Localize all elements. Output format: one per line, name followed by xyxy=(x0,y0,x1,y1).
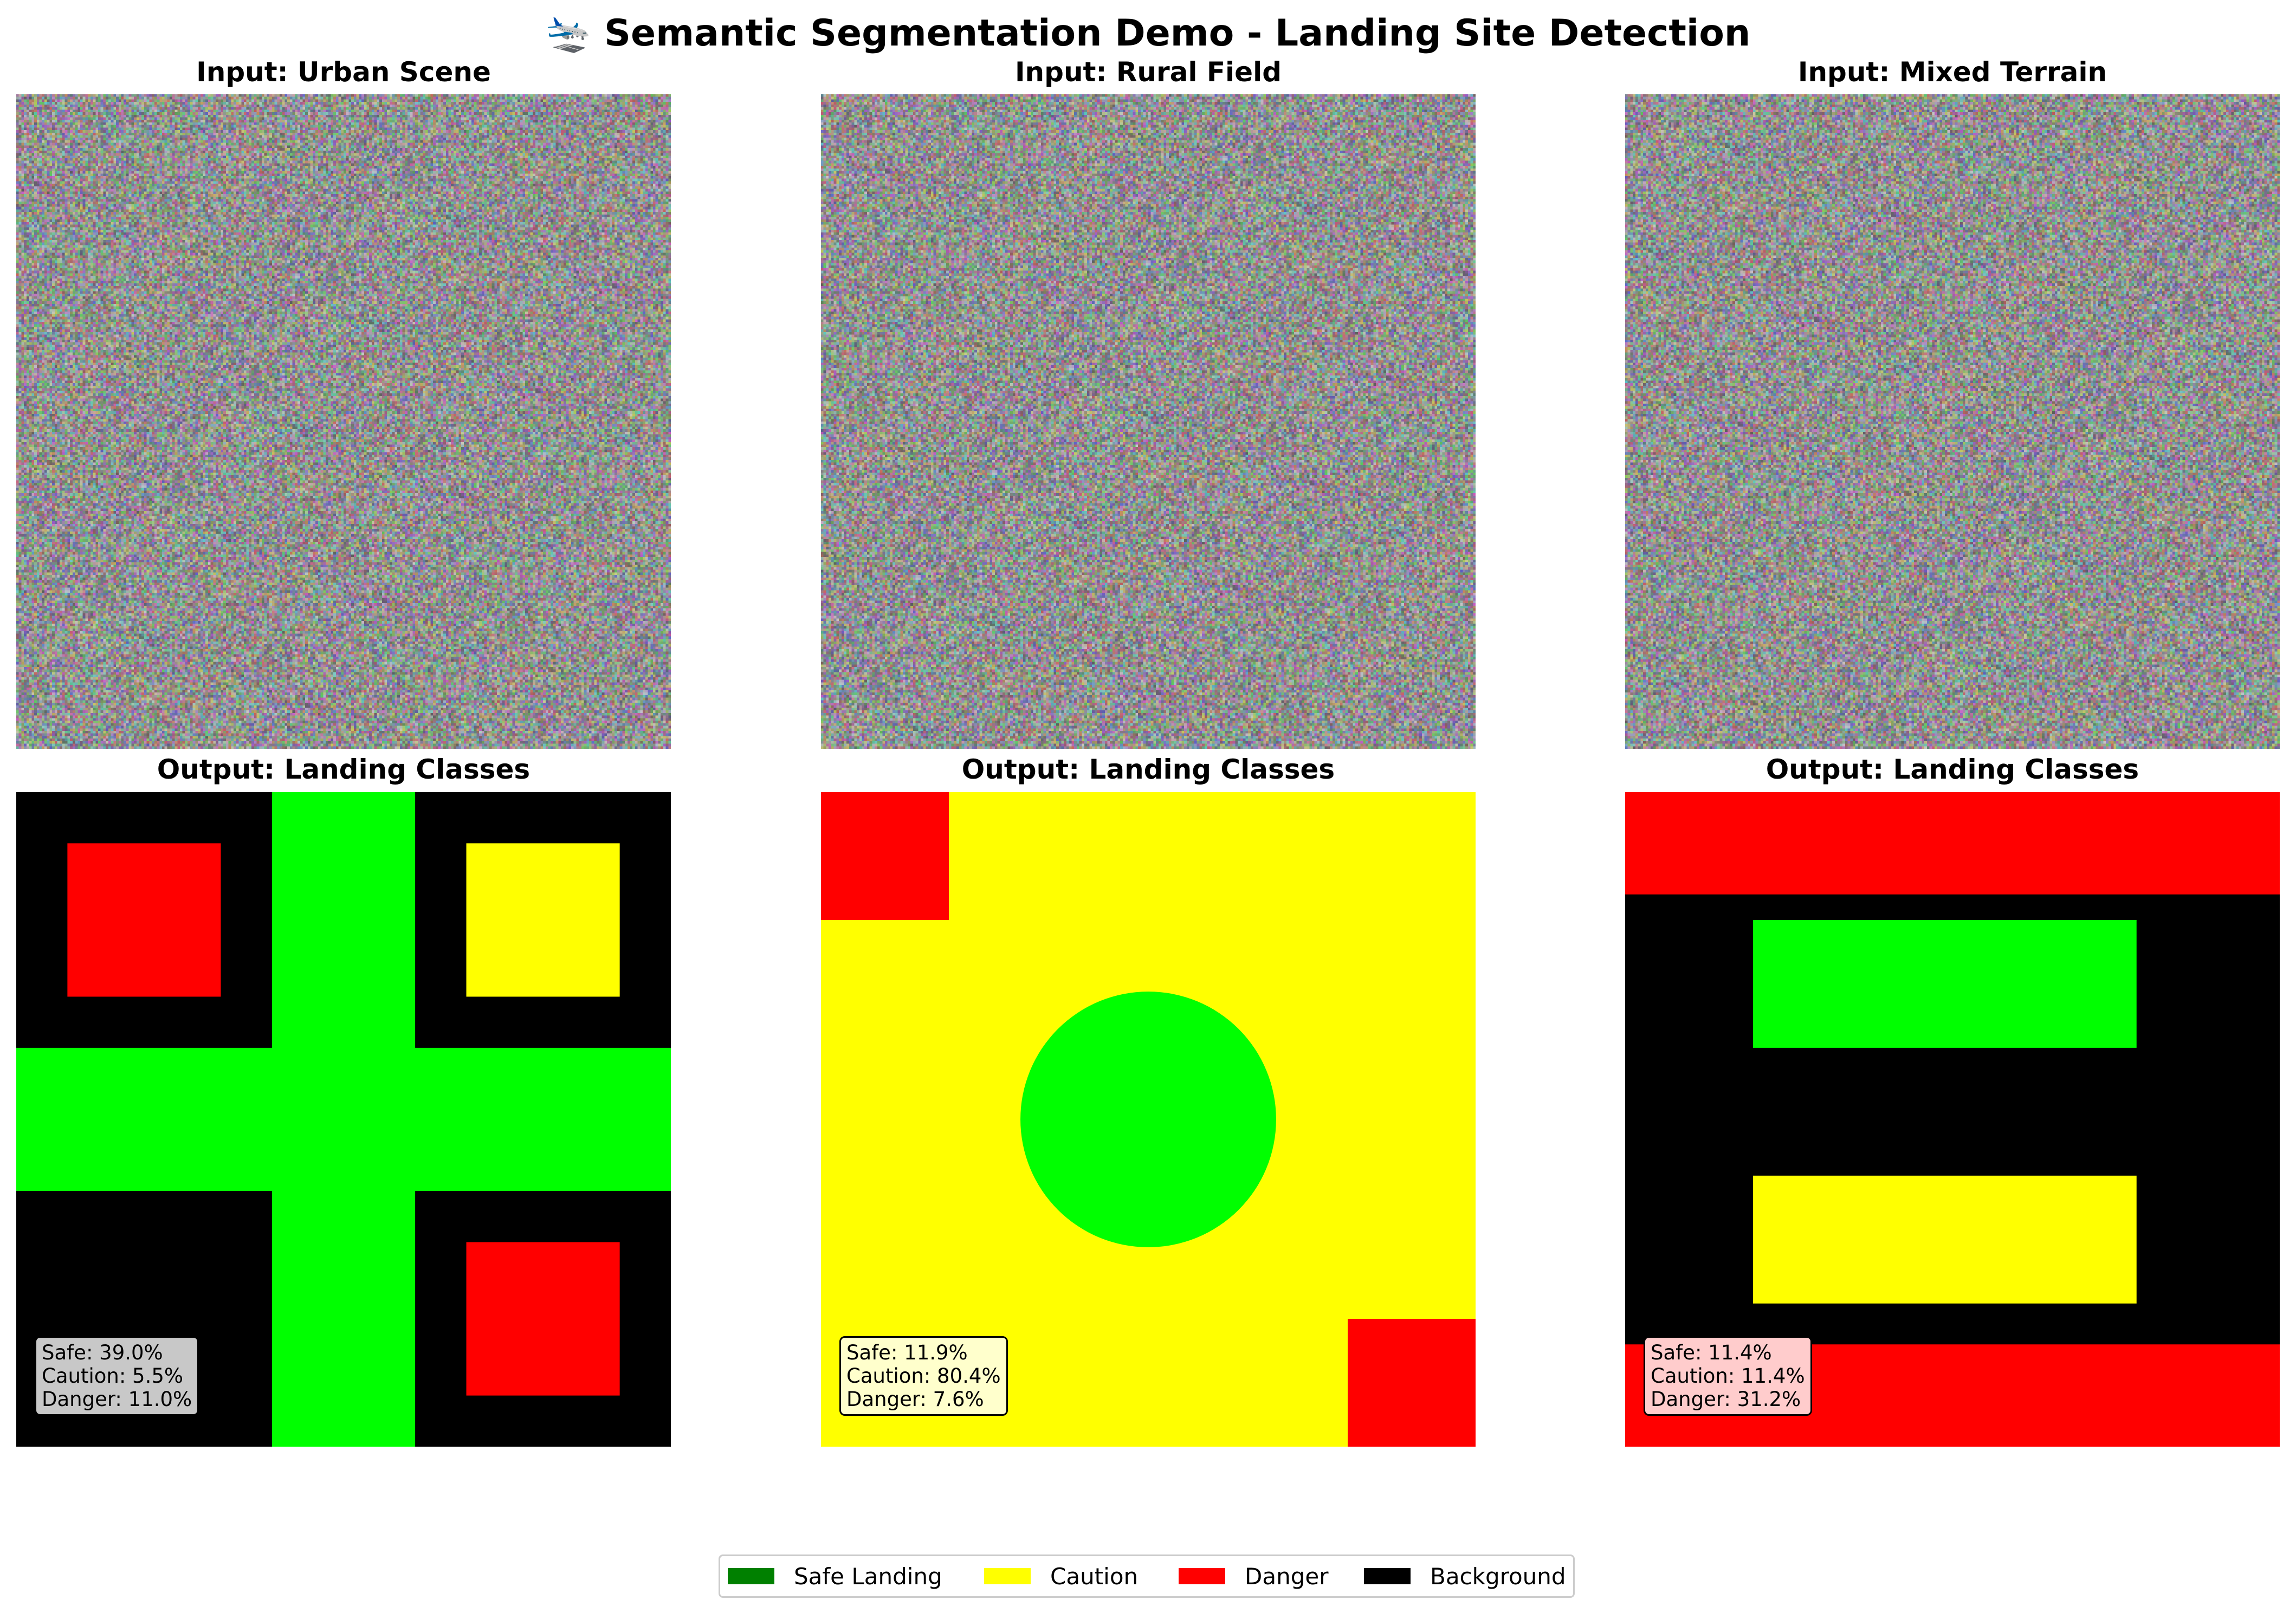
stats-box-rural: Safe: 11.9% Caution: 80.4% Danger: 7.6% xyxy=(839,1336,1008,1416)
segment-danger xyxy=(1348,1319,1476,1447)
legend-swatch-safe xyxy=(728,1568,774,1584)
input-image-rural xyxy=(821,94,1476,749)
legend-item-background: Background xyxy=(1364,1556,1566,1596)
legend-swatch-danger xyxy=(1179,1568,1225,1584)
segment-safe-landing xyxy=(1020,992,1276,1247)
input-title-urban: Input: Urban Scene xyxy=(196,56,491,88)
stats-box-mixed: Safe: 11.4% Caution: 11.4% Danger: 31.2% xyxy=(1644,1336,1812,1416)
legend-item-danger: Danger xyxy=(1179,1556,1328,1596)
input-image-mixed xyxy=(1625,94,2280,749)
legend-label-caution: Caution xyxy=(1050,1563,1139,1590)
output-title-rural: Output: Landing Classes xyxy=(961,754,1335,785)
input-title-mixed: Input: Mixed Terrain xyxy=(1797,56,2107,88)
input-title-rural: Input: Rural Field xyxy=(1014,56,1282,88)
legend: Safe Landing Caution Danger Background xyxy=(719,1554,1575,1598)
output-title-urban: Output: Landing Classes xyxy=(157,754,531,785)
legend-item-caution: Caution xyxy=(984,1556,1138,1596)
segment-caution xyxy=(466,843,620,997)
segment-danger xyxy=(466,1242,620,1396)
legend-label-background: Background xyxy=(1430,1563,1566,1590)
stat-caution: Caution: 80.4% xyxy=(846,1364,1001,1388)
segment-caution xyxy=(1752,1175,2137,1304)
output-title-mixed: Output: Landing Classes xyxy=(1765,754,2139,785)
figure-title: 🛬 Semantic Segmentation Demo - Landing S… xyxy=(545,12,1751,55)
stat-safe: Safe: 11.9% xyxy=(846,1341,968,1364)
segment-danger xyxy=(821,792,949,920)
legend-item-safe: Safe Landing xyxy=(728,1556,942,1596)
stat-danger: Danger: 7.6% xyxy=(846,1388,984,1411)
legend-swatch-background xyxy=(1364,1568,1411,1584)
stat-safe: Safe: 39.0% xyxy=(42,1341,163,1364)
legend-label-safe: Safe Landing xyxy=(794,1563,942,1590)
input-image-urban xyxy=(16,94,671,749)
stat-danger: Danger: 11.0% xyxy=(42,1388,192,1411)
segment-danger xyxy=(1625,792,2280,895)
stats-box-urban: Safe: 39.0% Caution: 5.5% Danger: 11.0% xyxy=(35,1336,199,1416)
stat-danger: Danger: 31.2% xyxy=(1651,1388,1801,1411)
stat-caution: Caution: 11.4% xyxy=(1651,1364,1805,1388)
legend-label-danger: Danger xyxy=(1245,1563,1329,1590)
stat-caution: Caution: 5.5% xyxy=(42,1364,184,1388)
legend-swatch-caution xyxy=(984,1568,1031,1584)
stat-safe: Safe: 11.4% xyxy=(1651,1341,1772,1364)
segment-danger xyxy=(67,843,221,997)
segment-safe-landing xyxy=(1752,919,2137,1048)
segment-safe-landing xyxy=(16,1047,671,1191)
